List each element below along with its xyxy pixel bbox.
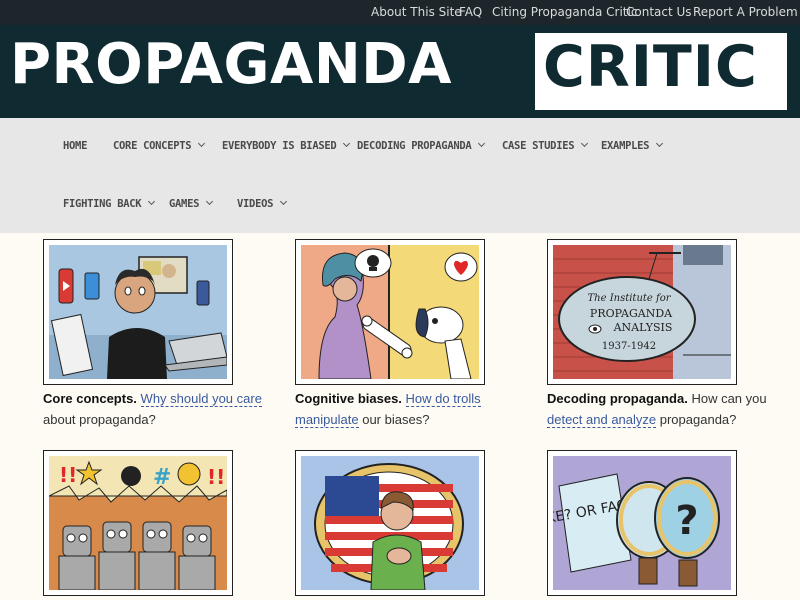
fake-or-fact-illustration[interactable]: FAKE? OR FACT? ? xyxy=(547,450,737,596)
svg-text:!!: !! xyxy=(59,463,77,487)
robots-illustration[interactable]: !! # !! xyxy=(43,450,233,596)
caption-text: How can you xyxy=(687,391,767,406)
about-link[interactable]: About This Site xyxy=(371,5,462,19)
nav-label: FIGHTING BACK xyxy=(63,198,142,210)
caption-text: about propaganda? xyxy=(43,412,156,427)
caption-title: Core concepts. xyxy=(43,391,137,406)
faq-link[interactable]: FAQ xyxy=(459,5,482,19)
chevron-down-icon xyxy=(198,139,206,148)
caption-title: Decoding propaganda. xyxy=(547,391,688,406)
svg-text:#: # xyxy=(153,465,171,490)
nav-label: HOME xyxy=(63,140,88,152)
core-concepts-caption: Core concepts. Why should you care about… xyxy=(43,388,263,430)
caption-text xyxy=(402,391,406,406)
nav-videos[interactable]: VIDEOS xyxy=(237,197,288,210)
robots-image: !! # !! xyxy=(49,456,227,590)
nav-fighting-back[interactable]: FIGHTING BACK xyxy=(63,197,156,210)
nav-games[interactable]: GAMES xyxy=(169,197,214,210)
sign-line2: PROPAGANDA xyxy=(590,307,673,320)
nav-label: EVERYBODY IS BIASED xyxy=(222,140,337,152)
main-navigation: HOME CORE CONCEPTS EVERYBODY IS BIASED D… xyxy=(0,118,800,233)
chevron-down-icon xyxy=(343,139,351,148)
nav-label: CASE STUDIES xyxy=(502,140,575,152)
cognitive-biases-caption: Cognitive biases. How do trolls manipula… xyxy=(295,388,515,430)
core-concepts-illustration[interactable] xyxy=(43,239,233,385)
sign-line1: The Institute for xyxy=(587,293,671,304)
nav-everybody-is-biased[interactable]: EVERYBODY IS BIASED xyxy=(222,139,351,152)
chevron-down-icon xyxy=(206,197,214,206)
decoding-propaganda-caption: Decoding propaganda. How can you detect … xyxy=(547,388,767,430)
why-should-you-care-link[interactable]: Why should you care xyxy=(140,391,262,407)
nav-decoding-propaganda[interactable]: DECODING PROPAGANDA xyxy=(357,139,486,152)
caption-title: Cognitive biases. xyxy=(295,391,402,406)
svg-text:!!: !! xyxy=(207,465,225,489)
decoding-propaganda-illustration[interactable]: The Institute for PROPAGANDA ANALYSIS 19… xyxy=(547,239,737,385)
core-concepts-image xyxy=(49,245,227,379)
decoding-propaganda-image: The Institute for PROPAGANDA ANALYSIS 19… xyxy=(553,245,731,379)
top-utility-bar: About This Site FAQ Citing Propaganda Cr… xyxy=(0,0,800,25)
report-problem-link[interactable]: Report A Problem xyxy=(693,5,798,19)
nav-core-concepts[interactable]: CORE CONCEPTS xyxy=(113,139,206,152)
chevron-down-icon xyxy=(581,139,589,148)
nav-label: EXAMPLES xyxy=(601,140,650,152)
sign-years: 1937-1942 xyxy=(602,341,656,352)
nav-examples[interactable]: EXAMPLES xyxy=(601,139,664,152)
logo-critic[interactable]: CRITIC xyxy=(543,39,758,96)
caption-text: propaganda? xyxy=(656,412,737,427)
caption-text: our biases? xyxy=(358,412,430,427)
chevron-down-icon xyxy=(280,197,288,206)
nav-label: DECODING PROPAGANDA xyxy=(357,140,472,152)
detect-and-analyze-link[interactable]: detect and analyze xyxy=(547,412,657,428)
patriotism-illustration[interactable] xyxy=(295,450,485,596)
logo-propaganda[interactable]: PROPAGANDA xyxy=(10,37,452,93)
chevron-down-icon xyxy=(656,139,664,148)
chevron-down-icon xyxy=(478,139,486,148)
fake-or-fact-image: FAKE? OR FACT? ? xyxy=(553,456,731,590)
nav-label: GAMES xyxy=(169,198,200,210)
sign-line3: ANALYSIS xyxy=(613,321,673,334)
chevron-down-icon xyxy=(148,197,156,206)
cognitive-biases-illustration[interactable] xyxy=(295,239,485,385)
cognitive-biases-image xyxy=(301,245,479,379)
patriotism-image xyxy=(301,456,479,590)
contact-link[interactable]: Contact Us xyxy=(626,5,692,19)
nav-case-studies[interactable]: CASE STUDIES xyxy=(502,139,589,152)
nav-label: CORE CONCEPTS xyxy=(113,140,192,152)
citing-link[interactable]: Citing Propaganda Critic xyxy=(492,5,637,19)
nav-label: VIDEOS xyxy=(237,198,274,210)
svg-text:?: ? xyxy=(675,498,698,544)
nav-home[interactable]: HOME xyxy=(63,140,87,152)
